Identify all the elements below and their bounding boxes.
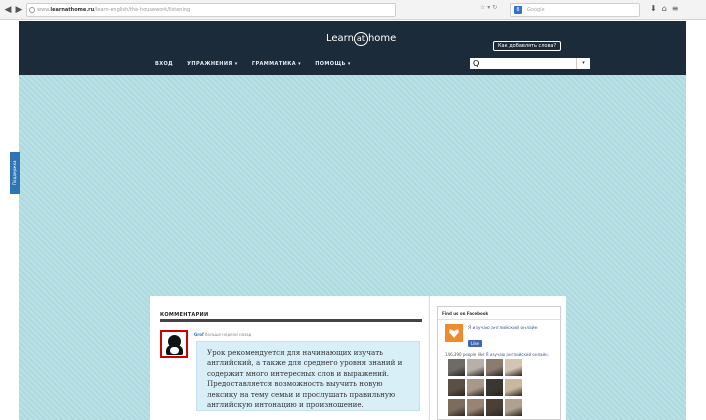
how-to-add-words-tooltip[interactable]: Как добавлять слова? [493, 41, 562, 51]
facebook-widget-divider [438, 319, 562, 320]
fan-avatar[interactable] [467, 359, 484, 376]
page-logo[interactable] [445, 324, 463, 342]
like-count: 146,390 people like Я изучаю английский … [445, 352, 559, 357]
url-prefix: www. [37, 7, 51, 13]
comment-author[interactable]: Grof [194, 332, 204, 337]
settings-icon[interactable]: ≡ [672, 4, 684, 13]
fan-avatar[interactable] [486, 399, 503, 416]
fan-avatar[interactable] [486, 359, 503, 376]
like-count-page-link[interactable]: Я изучаю английский онлайн. [486, 352, 549, 357]
forward-arrow-icon[interactable]: ▶ [13, 4, 25, 16]
penguin-belly-shape [170, 347, 179, 354]
fan-avatar[interactable] [448, 399, 465, 416]
content-panel: КОММЕНТАРИИ Grof больше недели назад Уро… [150, 296, 566, 420]
facebook-page-name[interactable]: Я изучаю английский онлайн [468, 326, 556, 332]
fan-avatar[interactable] [505, 379, 522, 396]
fan-avatar[interactable] [505, 359, 522, 376]
comment-text: Урок рекомендуется для начинающих изучат… [207, 348, 403, 410]
google-icon: 8 [514, 6, 522, 14]
like-count-text: 146,390 people like [445, 352, 485, 357]
url-path: /learn-english/the-housework/listening [94, 7, 191, 13]
refresh-icon[interactable]: ☆ ▾ ↻ [480, 4, 497, 11]
menu-item-exercises[interactable]: УПРАЖНЕНИЯ ▾ [187, 61, 238, 67]
browser-search-input[interactable]: 8 Google [510, 3, 640, 17]
facebook-widget: Find us on Facebook Я изучаю английский … [437, 306, 562, 420]
comments-divider [160, 319, 422, 322]
sidebar-divider [429, 296, 430, 420]
menu-item-login[interactable]: ВХОД [155, 61, 173, 67]
menu-item-help[interactable]: ПОМОЩЬ ▾ [315, 61, 351, 67]
menu-item-grammar[interactable]: ГРАММАТИКА ▾ [252, 61, 301, 67]
url-domain: learnathome.ru [50, 7, 95, 13]
fan-avatar[interactable] [448, 379, 465, 396]
address-bar[interactable]: www.learnathome.ru/learn-english/the-hou… [26, 3, 396, 17]
main-menu: ВХОД УПРАЖНЕНИЯ ▾ ГРАММАТИКА ▾ ПОМОЩЬ ▾ [155, 61, 363, 67]
browser-toolbar: ◀ ▶ www.learnathome.ru/learn-english/the… [0, 0, 706, 20]
fan-avatar[interactable] [467, 379, 484, 396]
download-icon[interactable]: ⬇ [650, 4, 662, 13]
logo-at-circle: at [353, 32, 368, 46]
avatar[interactable] [160, 330, 188, 358]
fan-avatar[interactable] [467, 399, 484, 416]
fan-faces-grid [448, 359, 538, 420]
logo-text-right: home [367, 33, 397, 44]
comments-title: КОММЕНТАРИИ [160, 312, 209, 318]
feedback-tab[interactable]: Поддержка [10, 152, 20, 194]
comment-meta: Grof больше недели назад [194, 332, 251, 337]
logo-text-left: Learn [326, 33, 354, 44]
fan-avatar[interactable] [505, 399, 522, 416]
comment-bubble: Урок рекомендуется для начинающих изучат… [196, 341, 420, 411]
like-button[interactable]: Like [468, 340, 482, 347]
browser-search-placeholder: Google [527, 7, 545, 13]
comment-time: больше недели назад [205, 332, 252, 337]
site-search-input[interactable]: Q ▾ [470, 58, 590, 69]
site-header: Learn at home Как добавлять слова? ВХОД УП… [19, 21, 686, 75]
fan-avatar[interactable] [448, 359, 465, 376]
globe-icon [29, 7, 35, 13]
fan-avatar[interactable] [486, 379, 503, 396]
facebook-widget-header: Find us on Facebook [442, 311, 489, 316]
site-logo[interactable]: Learn at home [326, 32, 396, 46]
chevron-down-icon[interactable]: ▾ [576, 58, 590, 69]
home-icon[interactable]: ⌂ [662, 4, 672, 13]
toolbar-icons[interactable]: ⬇⌂≡ [650, 4, 683, 13]
heart-icon [449, 329, 459, 338]
search-icon: Q [473, 59, 480, 68]
